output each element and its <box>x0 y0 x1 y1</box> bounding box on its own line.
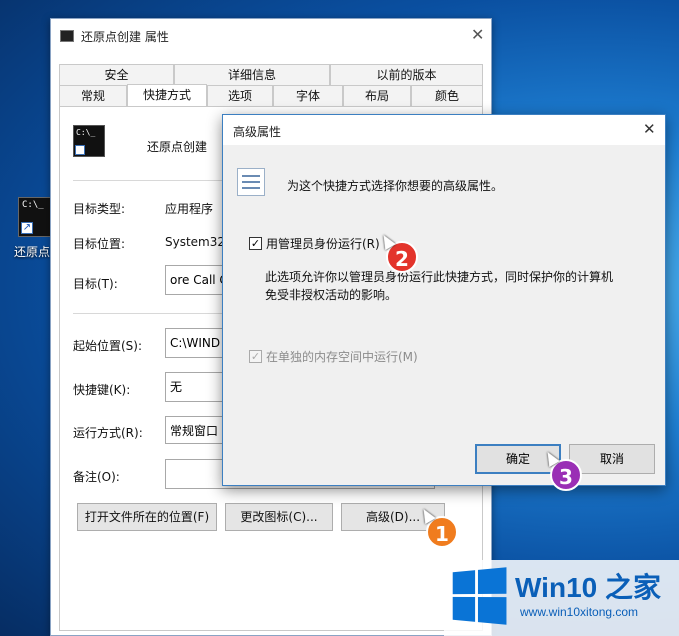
prompt-text: C:\_ <box>22 200 44 210</box>
divider <box>73 313 223 314</box>
separate-memory-label: 在单独的内存空间中运行(M) <box>266 350 418 364</box>
window-title: 还原点创建 属性 <box>81 30 169 44</box>
hotkey-input[interactable]: 无 <box>165 372 225 402</box>
divider <box>73 180 223 181</box>
tab-row-bottom: 常规 快捷方式 选项 字体 布局 颜色 <box>59 84 483 107</box>
tab-previous-versions[interactable]: 以前的版本 <box>330 64 483 85</box>
comment-label: 备注(O): <box>73 470 120 484</box>
target-location-label: 目标位置: <box>73 237 126 251</box>
tab-details[interactable]: 详细信息 <box>174 64 330 85</box>
desktop-icon-label: 还原点 <box>14 245 51 259</box>
shortcut-arrow-icon: ↗ <box>21 222 33 234</box>
brand-win10: Win10 <box>515 572 598 603</box>
close-icon[interactable]: ✕ <box>643 120 656 138</box>
change-icon-button[interactable]: 更改图标(C)... <box>225 503 333 531</box>
run-as-admin-label: 用管理员身份运行(R) <box>266 237 380 251</box>
separate-memory-checkbox: ✓ <box>249 350 262 363</box>
prompt-text: C:\_ <box>76 128 96 137</box>
advanced-properties-dialog: 高级属性 ✕ 为这个快捷方式选择你想要的高级属性。 ✓ 用管理员身份运行(R) … <box>222 114 666 486</box>
explanation-line2: 免受非授权活动的影响。 <box>265 288 398 302</box>
target-location-value: System32 <box>165 235 226 249</box>
tab-general[interactable]: 常规 <box>59 85 127 106</box>
target-input[interactable]: ore Call C <box>165 265 225 295</box>
target-label: 目标(T): <box>73 277 118 291</box>
hotkey-label: 快捷键(K): <box>73 383 131 397</box>
shortcut-arrow-icon <box>75 145 85 155</box>
tab-layout[interactable]: 布局 <box>343 85 411 106</box>
tab-colors[interactable]: 颜色 <box>411 85 483 106</box>
run-select[interactable]: 常规窗口 <box>165 416 225 444</box>
windows-logo-icon <box>452 567 507 625</box>
tab-security[interactable]: 安全 <box>59 64 174 85</box>
shortcut-console-icon: C:\_ <box>73 125 105 157</box>
close-icon[interactable]: ✕ <box>471 25 484 44</box>
brand-zhijia: 之家 <box>605 572 662 603</box>
tab-font[interactable]: 字体 <box>273 85 343 106</box>
run-label: 运行方式(R): <box>73 426 143 440</box>
tab-options[interactable]: 选项 <box>207 85 273 106</box>
properties-list-icon <box>237 168 265 196</box>
cancel-button[interactable]: 取消 <box>569 444 655 474</box>
console-icon <box>60 30 74 42</box>
tab-row-top: 安全 详细信息 以前的版本 <box>59 64 483 85</box>
dialog-description: 为这个快捷方式选择你想要的高级属性。 <box>287 179 504 193</box>
explanation-line1: 此选项允许你以管理员身份运行此快捷方式，同时保护你的计算机 <box>265 270 614 284</box>
advanced-titlebar: 高级属性 ✕ <box>223 115 665 145</box>
dialog-title: 高级属性 <box>233 125 282 139</box>
shortcut-name: 还原点创建 <box>147 140 208 154</box>
brand-name: Win10 之家 <box>515 566 661 606</box>
run-as-admin-option[interactable]: ✓ 用管理员身份运行(R) <box>249 235 380 252</box>
open-file-location-button[interactable]: 打开文件所在的位置(F) <box>77 503 217 531</box>
separate-memory-option: ✓ 在单独的内存空间中运行(M) <box>249 348 418 365</box>
properties-titlebar: 还原点创建 属性 ✕ <box>51 19 491 51</box>
brand-url: www.win10xitong.com <box>520 605 639 619</box>
target-type-label: 目标类型: <box>73 202 126 216</box>
target-type-value: 应用程序 <box>165 202 214 216</box>
run-as-admin-checkbox[interactable]: ✓ <box>249 237 262 250</box>
tab-shortcut[interactable]: 快捷方式 <box>127 84 207 107</box>
start-in-label: 起始位置(S): <box>73 339 143 353</box>
start-in-input[interactable]: C:\WIND <box>165 328 225 358</box>
